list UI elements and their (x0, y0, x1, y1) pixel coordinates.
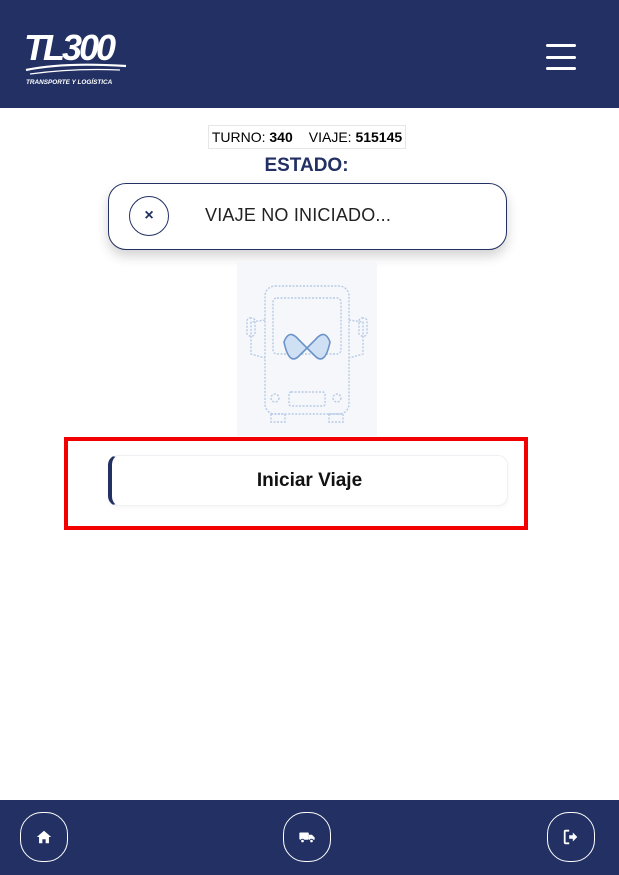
bus-illustration (237, 262, 377, 436)
nav-home-button[interactable] (20, 812, 68, 862)
svg-text:TRANSPORTE Y LOGÍSTICA: TRANSPORTE Y LOGÍSTICA (26, 77, 113, 86)
start-trip-label: Iniciar Viaje (256, 469, 363, 491)
viaje-label: VIAJE: (308, 129, 352, 145)
truck-icon (299, 832, 315, 844)
close-icon: × (129, 196, 169, 236)
status-title: ESTADO: (264, 155, 349, 176)
nav-logout-button[interactable] (547, 812, 595, 862)
bus-icon (246, 285, 368, 423)
trip-info: TURNO: 340 VIAJE: 515145 (208, 125, 406, 149)
viaje-value: 515145 (355, 129, 403, 145)
turno-value: 340 (269, 129, 293, 145)
nav-trip-button[interactable] (283, 812, 331, 862)
start-trip-button[interactable]: Iniciar Viaje (108, 455, 508, 506)
status-card: × VIAJE NO INICIADO... (108, 183, 507, 250)
home-icon (36, 830, 52, 844)
svg-text:TL300: TL300 (24, 28, 116, 68)
turno-label: TURNO: (211, 129, 266, 145)
tl300-logo: TL300 TRANSPORTE Y LOGÍSTICA (24, 28, 127, 86)
bottom-nav (0, 800, 619, 875)
hamburger-menu-icon[interactable] (546, 44, 576, 70)
top-bar: TL300 TRANSPORTE Y LOGÍSTICA (0, 0, 619, 108)
status-text: VIAJE NO INICIADO... (205, 205, 392, 225)
logout-icon (563, 829, 578, 845)
